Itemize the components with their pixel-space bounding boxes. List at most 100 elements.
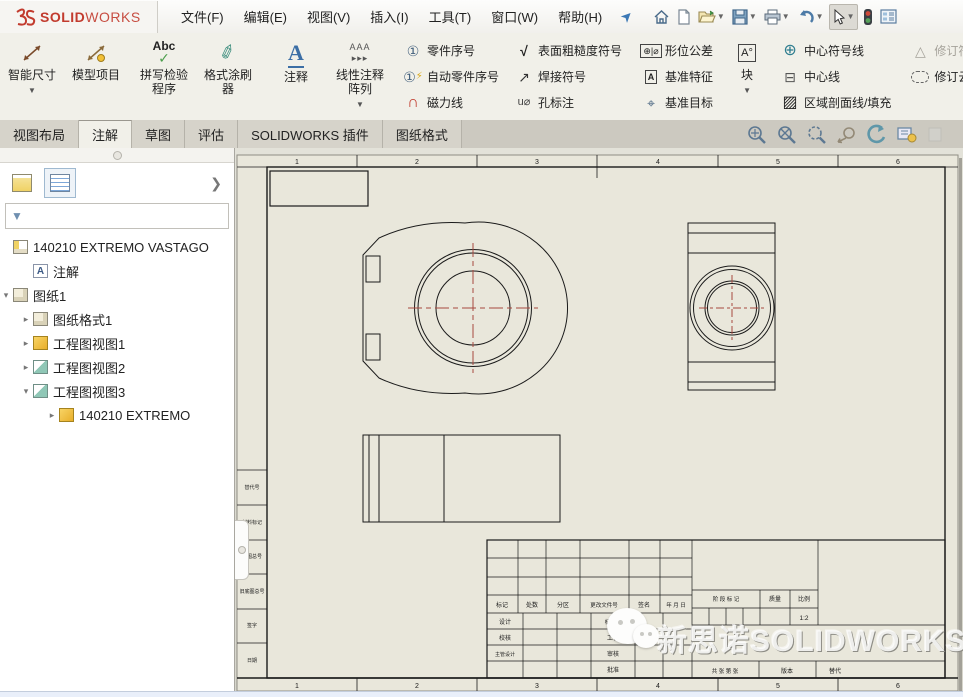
auto-balloon-button[interactable]: ①⚡ 自动零件序号 bbox=[400, 64, 503, 89]
drawing-sheet[interactable]: 12 34 56 12 34 56 替代号 材料标记 底图总号 旧底图总号 签字 bbox=[235, 148, 963, 697]
chevron-down-icon[interactable]: ▼ bbox=[847, 12, 855, 21]
center-mark-button[interactable]: ⊕ 中心符号线 bbox=[777, 38, 895, 63]
tree-item-view3-part[interactable]: ▸ 140210 EXTREMO bbox=[0, 403, 234, 427]
block-button[interactable]: A° 块 ▼ bbox=[725, 33, 769, 120]
note-button[interactable]: A 注释 bbox=[264, 33, 328, 120]
svg-text:替代号: 替代号 bbox=[244, 484, 259, 491]
geometric-tolerance-button[interactable]: ⊕|⌀ 形位公差 bbox=[638, 38, 717, 63]
redraw-icon[interactable] bbox=[865, 124, 887, 144]
chevron-down-icon[interactable]: ▼ bbox=[749, 12, 757, 21]
chevron-down-icon[interactable]: ▼ bbox=[28, 86, 36, 95]
surface-finish-button[interactable]: √ 表面粗糙度符号 bbox=[511, 38, 626, 63]
expand-arrow-icon[interactable]: ▸ bbox=[20, 362, 32, 373]
chevron-down-icon[interactable]: ▼ bbox=[356, 100, 364, 109]
tree-item-view3[interactable]: ▾ 工程图视图3 bbox=[0, 379, 234, 403]
collapse-arrow-icon[interactable]: ▾ bbox=[20, 386, 32, 397]
linear-note-pattern-button[interactable]: AAA▸▸▸ 线性注释阵列 ▼ bbox=[328, 33, 392, 120]
tab-view-layout[interactable]: 视图布局 bbox=[0, 120, 79, 148]
weld-symbol-button[interactable]: ↗ 焊接符号 bbox=[511, 64, 626, 89]
format-painter-button[interactable]: ✐ 格式涂刷器 bbox=[196, 33, 260, 120]
new-document-button[interactable] bbox=[675, 5, 693, 29]
block-label: 块 bbox=[741, 69, 753, 83]
menu-window[interactable]: 窗口(W) bbox=[482, 3, 547, 30]
traffic-light-button[interactable] bbox=[861, 5, 875, 29]
drawing-doc-icon bbox=[13, 240, 28, 254]
zoom-to-fit-icon[interactable] bbox=[747, 125, 767, 144]
tab-sketch[interactable]: 草图 bbox=[132, 120, 185, 148]
sheet-properties-icon[interactable] bbox=[896, 125, 918, 144]
expand-arrow-icon[interactable]: ▸ bbox=[46, 410, 58, 421]
menu-edit[interactable]: 编辑(E) bbox=[235, 3, 296, 30]
menu-insert[interactable]: 插入(I) bbox=[361, 3, 417, 30]
tree-item-sheet1[interactable]: ▾ 图纸1 bbox=[0, 283, 234, 307]
datum-target-label: 基准目标 bbox=[665, 94, 713, 111]
spell-checker-button[interactable]: Abc✓ 拼写检验程序 bbox=[132, 33, 196, 120]
tab-annotation[interactable]: 注解 bbox=[79, 120, 132, 148]
open-button[interactable]: ▼ bbox=[696, 5, 727, 29]
linear-note-pattern-label: 线性注释阵列 bbox=[333, 69, 387, 97]
chevron-down-icon[interactable]: ▼ bbox=[717, 12, 725, 21]
area-hatch-button[interactable]: ▨ 区域剖面线/填充 bbox=[777, 90, 895, 115]
feature-manager-tab[interactable] bbox=[6, 168, 38, 198]
tree-item-sheet-format1[interactable]: ▸ 图纸格式1 bbox=[0, 307, 234, 331]
datum-target-button[interactable]: ⌖ 基准目标 bbox=[638, 90, 717, 115]
select-button[interactable]: ▼ bbox=[829, 4, 858, 30]
smart-dimension-button[interactable]: 智能尺寸 ▼ bbox=[0, 33, 64, 120]
panel-splitter[interactable] bbox=[0, 148, 234, 163]
balloon-icon: ① bbox=[404, 44, 422, 58]
property-manager-tab[interactable] bbox=[44, 168, 76, 198]
menu-help[interactable]: 帮助(H) bbox=[549, 3, 611, 30]
graphics-area[interactable]: 12 34 56 12 34 56 替代号 材料标记 底图总号 旧底图总号 签字 bbox=[235, 148, 963, 697]
datum-feature-button[interactable]: A 基准特征 bbox=[638, 64, 717, 89]
revision-cloud-button[interactable]: 修订云 bbox=[907, 64, 963, 89]
view2-label: 工程图视图2 bbox=[53, 358, 125, 377]
options-button[interactable] bbox=[878, 5, 899, 29]
svg-text:签字: 签字 bbox=[247, 622, 257, 629]
panel-expand-arrow-icon[interactable]: ❯ bbox=[204, 175, 228, 192]
tree-item-view2[interactable]: ▸ 工程图视图2 bbox=[0, 355, 234, 379]
chevron-down-icon[interactable]: ▼ bbox=[743, 86, 751, 95]
centerline-label: 中心线 bbox=[804, 68, 840, 85]
menu-file[interactable]: 文件(F) bbox=[172, 3, 233, 30]
tab-add-ins[interactable]: SOLIDWORKS 插件 bbox=[238, 120, 383, 148]
home-button[interactable] bbox=[651, 5, 672, 29]
balloon-group: ① 零件序号 ①⚡ 自动零件序号 ∩ 磁力线 bbox=[396, 33, 507, 120]
heads-up-view-toolbar bbox=[747, 120, 963, 148]
balloon-button[interactable]: ① 零件序号 bbox=[400, 38, 503, 63]
chevron-down-icon[interactable]: ▼ bbox=[816, 12, 824, 21]
undo-button[interactable]: ▼ bbox=[795, 5, 826, 29]
tree-item-view1[interactable]: ▸ 工程图视图1 bbox=[0, 331, 234, 355]
hole-callout-button[interactable]: u⌀ 孔标注 bbox=[511, 90, 626, 115]
expand-arrow-icon[interactable]: ▸ bbox=[20, 338, 32, 349]
tree-item-root[interactable]: 140210 EXTREMO VASTAGO bbox=[0, 235, 234, 259]
svg-text:设计: 设计 bbox=[499, 618, 511, 626]
model-items-button[interactable]: 模型项目 bbox=[64, 33, 128, 120]
center-mark-icon: ⊕ bbox=[781, 43, 799, 59]
chevron-down-icon[interactable]: ▼ bbox=[782, 12, 790, 21]
svg-text:2: 2 bbox=[415, 159, 419, 166]
tree-filter-input[interactable]: ▼ bbox=[5, 203, 229, 229]
magnetic-line-button[interactable]: ∩ 磁力线 bbox=[400, 90, 503, 115]
zoom-to-area-icon[interactable] bbox=[776, 125, 798, 144]
menu-view[interactable]: 视图(V) bbox=[298, 3, 359, 30]
tree-root-label: 140210 EXTREMO VASTAGO bbox=[33, 240, 209, 255]
svg-text:共 张 第 张: 共 张 第 张 bbox=[712, 667, 739, 675]
save-button[interactable]: ▼ bbox=[730, 5, 759, 29]
print-icon bbox=[764, 9, 781, 25]
svg-text:5: 5 bbox=[776, 159, 780, 166]
spell-checker-icon: Abc✓ bbox=[153, 40, 176, 66]
panel-collapse-handle[interactable] bbox=[235, 520, 249, 580]
center-mark-label: 中心符号线 bbox=[804, 42, 864, 59]
centerline-button[interactable]: ⊟ 中心线 bbox=[777, 64, 895, 89]
menu-tools[interactable]: 工具(T) bbox=[420, 3, 481, 30]
tab-sheet-format[interactable]: 图纸格式 bbox=[383, 120, 462, 148]
print-button[interactable]: ▼ bbox=[762, 5, 792, 29]
previous-view-icon[interactable] bbox=[836, 125, 856, 144]
collapse-arrow-icon[interactable]: ▾ bbox=[0, 290, 12, 301]
tree-item-annotations[interactable]: A 注解 bbox=[0, 259, 234, 283]
zoom-in-out-icon[interactable] bbox=[807, 125, 827, 144]
tab-evaluate[interactable]: 评估 bbox=[185, 120, 238, 148]
pin-icon[interactable]: ➤ bbox=[617, 6, 637, 26]
note-icon: A bbox=[288, 40, 304, 68]
expand-arrow-icon[interactable]: ▸ bbox=[20, 314, 32, 325]
